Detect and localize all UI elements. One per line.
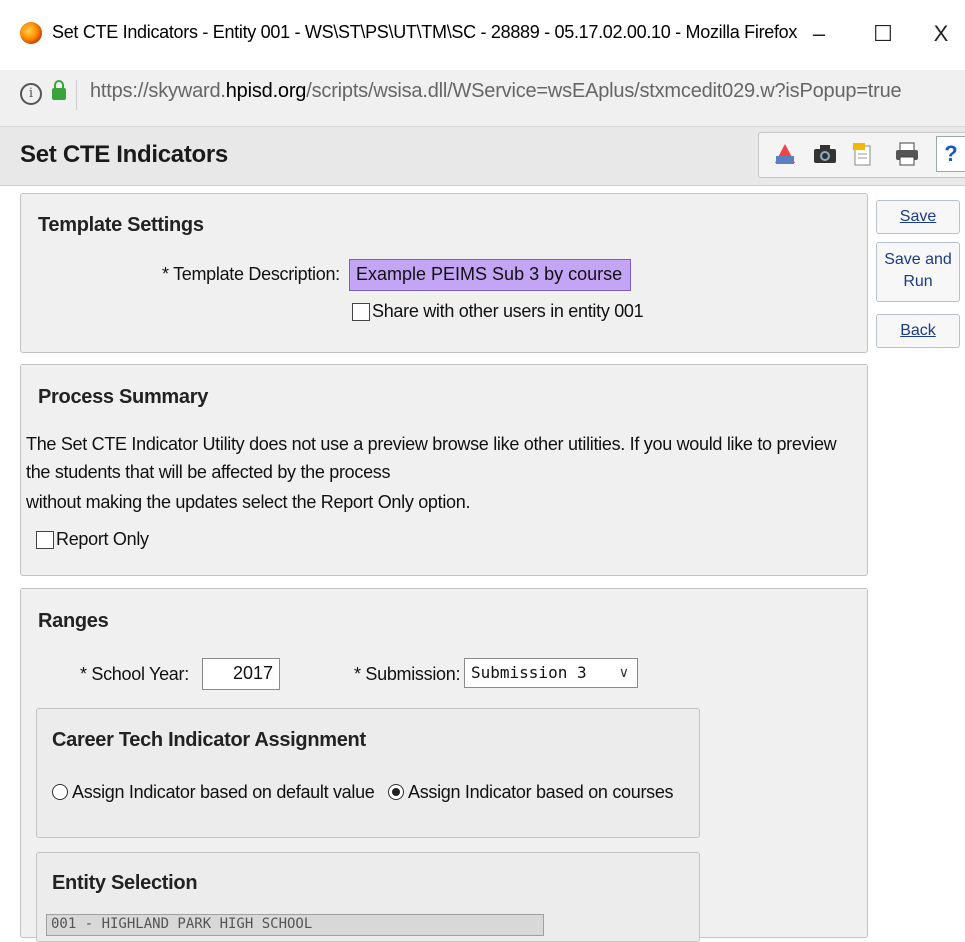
save-and-run-button[interactable]: Save and Run <box>876 242 960 302</box>
school-year-label: * School Year: <box>80 664 189 684</box>
url-field[interactable]: https://skyward.hpisd.org/scripts/wsisa.… <box>90 80 902 103</box>
radio-based-on-courses-label: Assign Indicator based on courses <box>408 782 674 802</box>
url-suffix: /scripts/wsisa.dll/WService=wsEAplus/stx… <box>306 80 902 102</box>
entity-list-item[interactable]: 001 - HIGHLAND PARK HIGH SCHOOL <box>51 916 312 932</box>
print-icon[interactable] <box>894 141 920 167</box>
help-button[interactable]: ? <box>936 136 965 172</box>
radio-default-value-label: Assign Indicator based on default value <box>72 782 375 802</box>
report-only-label: Report Only <box>56 529 149 549</box>
ranges-title: Ranges <box>38 610 109 632</box>
process-summary-line-1: The Set CTE Indicator Utility does not u… <box>26 434 837 454</box>
address-divider <box>76 80 77 110</box>
close-button[interactable]: X <box>918 14 964 54</box>
window-title: Set CTE Indicators - Entity 001 - WS\ST\… <box>52 22 798 42</box>
chevron-down-icon: ∨ <box>618 665 629 681</box>
template-settings-title: Template Settings <box>38 214 204 236</box>
save-and-run-label-2: Run <box>903 273 933 290</box>
entity-listbox[interactable]: 001 - HIGHLAND PARK HIGH SCHOOL <box>46 914 544 936</box>
info-icon[interactable]: i <box>20 83 42 105</box>
radio-based-on-courses[interactable] <box>388 784 404 800</box>
report-only-checkbox[interactable] <box>36 531 54 549</box>
submission-label: * Submission: <box>354 664 461 684</box>
share-checkbox[interactable] <box>352 303 370 321</box>
submission-select[interactable]: Submission 3 ∨ <box>464 658 638 688</box>
template-description-label: * Template Description: <box>162 264 340 284</box>
process-summary-title: Process Summary <box>38 386 209 408</box>
process-summary-line-2: the students that will be affected by th… <box>26 462 391 482</box>
share-label: Share with other users in entity 001 <box>372 301 644 321</box>
save-and-run-label-1: Save and <box>884 251 952 268</box>
camera-icon[interactable] <box>812 141 838 167</box>
process-summary-line-3: without making the updates select the Re… <box>26 492 471 512</box>
maximize-button[interactable]: ☐ <box>860 14 906 54</box>
career-tech-title: Career Tech Indicator Assignment <box>52 729 366 751</box>
notes-icon[interactable] <box>850 141 876 167</box>
lock-icon[interactable] <box>52 80 66 100</box>
report-icon[interactable] <box>772 141 798 167</box>
url-domain: hpisd.org <box>225 80 307 102</box>
save-button-label: Save <box>899 208 937 225</box>
radio-default-value[interactable] <box>52 784 68 800</box>
entity-selection-title: Entity Selection <box>52 872 198 894</box>
back-button[interactable]: Back <box>876 314 960 348</box>
url-prefix: https://skyward. <box>90 80 226 102</box>
page-title: Set CTE Indicators <box>20 141 228 168</box>
firefox-icon <box>20 22 42 44</box>
career-tech-panel <box>36 708 700 838</box>
school-year-input[interactable]: 2017 <box>202 658 280 690</box>
save-button[interactable]: Save <box>876 200 960 234</box>
minimize-button[interactable]: – <box>796 14 842 54</box>
back-button-label: Back <box>900 322 936 339</box>
submission-value: Submission 3 <box>471 663 587 682</box>
template-description-input[interactable]: Example PEIMS Sub 3 by course <box>349 259 631 291</box>
